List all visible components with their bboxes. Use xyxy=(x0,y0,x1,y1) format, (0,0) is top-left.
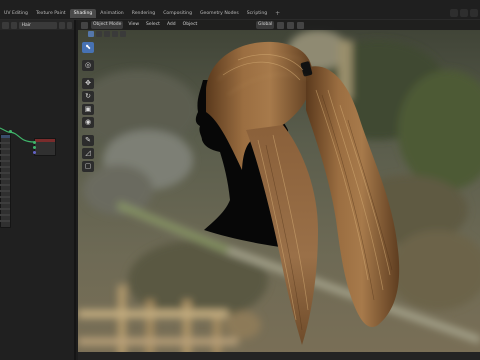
workspace-bar: UV Editing Texture Paint Shading Animation R… xyxy=(0,0,480,20)
add-menu[interactable]: Add xyxy=(165,21,178,29)
tab-shading[interactable]: Shading xyxy=(69,9,97,18)
node-socket-row xyxy=(0,178,10,180)
object-menu[interactable]: Object xyxy=(181,21,200,29)
object-mode-dropdown[interactable]: Object Mode xyxy=(91,21,124,29)
shader-node-editor: Hair xyxy=(0,20,76,360)
node-wires xyxy=(0,127,35,143)
subtract-mode-icon[interactable] xyxy=(104,31,110,37)
add-workspace-button[interactable]: + xyxy=(271,9,284,18)
node-socket-row xyxy=(0,190,10,192)
scene-selector-icon[interactable] xyxy=(450,9,458,17)
3d-viewport[interactable]: Object Mode View Select Add Object Globa… xyxy=(78,20,480,360)
volume-socket[interactable] xyxy=(33,146,36,149)
workspace-tabs: UV Editing Texture Paint Shading Animation R… xyxy=(0,9,284,18)
view-menu[interactable]: View xyxy=(126,21,141,29)
tab-compositing[interactable]: Compositing xyxy=(159,9,196,18)
view-layer-icon[interactable] xyxy=(460,9,468,17)
node-socket-row xyxy=(0,208,10,210)
viewport-header-right: Global xyxy=(256,20,305,30)
node-socket-row xyxy=(0,196,10,198)
viewport-object-toggles xyxy=(78,30,126,38)
viewport-render xyxy=(78,20,480,360)
node-socket-row xyxy=(0,154,10,156)
editor-type-icon[interactable] xyxy=(81,21,88,29)
scale-tool[interactable]: ▣ xyxy=(82,104,94,115)
proportional-edit-icon[interactable] xyxy=(297,21,305,29)
move-tool[interactable]: ✥ xyxy=(82,78,94,89)
node-socket-row xyxy=(0,166,10,168)
node-socket-row xyxy=(0,172,10,174)
tab-texture-paint[interactable]: Texture Paint xyxy=(32,9,70,18)
node-socket-row xyxy=(0,202,10,204)
tab-geometry-nodes[interactable]: Geometry Nodes xyxy=(196,9,243,18)
bsdf-output-socket[interactable] xyxy=(9,130,12,133)
surface-socket[interactable] xyxy=(33,141,36,144)
status-bar xyxy=(78,352,480,360)
cursor-tool[interactable]: ◎ xyxy=(82,60,94,71)
node-socket-row xyxy=(0,220,10,222)
viewport-header: Object Mode View Select Add Object Globa… xyxy=(78,20,480,30)
displacement-socket[interactable] xyxy=(33,151,36,154)
extend-mode-icon[interactable] xyxy=(96,31,102,37)
annotate-tool[interactable]: ✎ xyxy=(82,135,94,146)
node-socket-row xyxy=(0,184,10,186)
intersect-mode-icon[interactable] xyxy=(120,31,126,37)
select-menu[interactable]: Select xyxy=(144,21,162,29)
tab-uv-editing[interactable]: UV Editing xyxy=(0,9,32,18)
snap-icon[interactable] xyxy=(287,21,295,29)
material-output-node[interactable] xyxy=(34,138,56,156)
rotate-tool[interactable]: ↻ xyxy=(82,91,94,102)
select-tool[interactable]: ⬉ xyxy=(82,42,94,53)
node-socket-row xyxy=(0,160,10,162)
node-header xyxy=(1,135,10,138)
node-socket-row xyxy=(0,214,10,216)
node-socket-row xyxy=(0,142,10,144)
add-cube-tool[interactable]: ▢ xyxy=(82,161,94,172)
window-menu-icon[interactable] xyxy=(470,9,478,17)
pivot-icon[interactable] xyxy=(277,21,285,29)
top-right-controls xyxy=(450,9,478,17)
tab-scripting[interactable]: Scripting xyxy=(243,9,271,18)
tab-rendering[interactable]: Rendering xyxy=(128,9,159,18)
tab-animation[interactable]: Animation xyxy=(96,9,127,18)
node-header xyxy=(35,139,55,142)
transform-tool[interactable]: ◉ xyxy=(82,117,94,128)
select-box-mode-icon[interactable] xyxy=(88,31,94,37)
transform-orientation-dropdown[interactable]: Global xyxy=(256,21,275,29)
invert-mode-icon[interactable] xyxy=(112,31,118,37)
measure-tool[interactable]: ◿ xyxy=(82,148,94,159)
tool-shelf: ⬉ ◎ ✥ ↻ ▣ ◉ ✎ ◿ ▢ xyxy=(82,42,94,172)
node-socket-row xyxy=(0,148,10,150)
